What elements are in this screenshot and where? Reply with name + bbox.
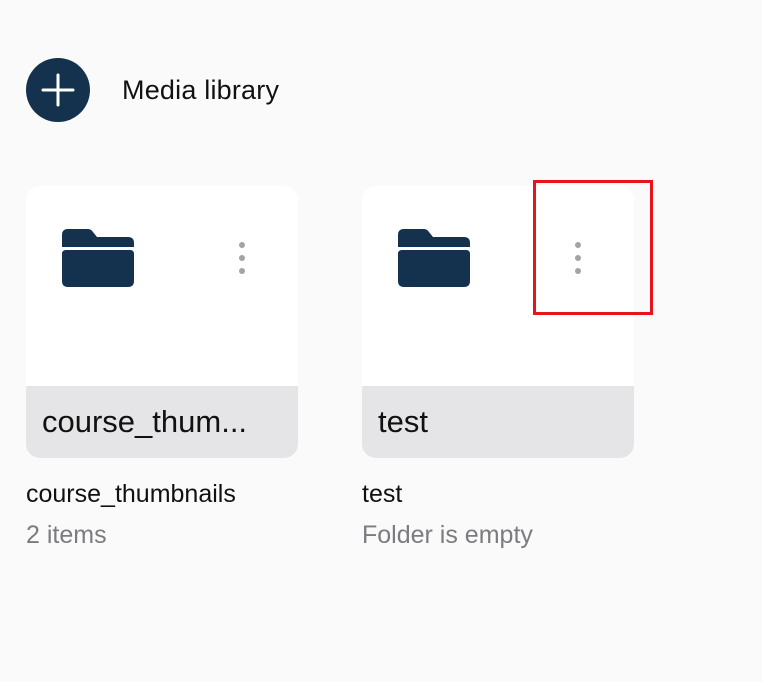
folder-name[interactable]: course_thumbnails [26, 480, 298, 509]
folder-icon [398, 229, 470, 287]
folder-item-count: 2 items [26, 521, 107, 549]
vertical-ellipsis-icon [239, 242, 245, 274]
folder-icon [62, 229, 134, 287]
folder-card: course_thum... course_thumbnails 2 items [26, 186, 298, 550]
folder-item-count: Folder is empty [362, 521, 533, 549]
header: Media library [26, 58, 279, 122]
folder-options-button[interactable] [222, 228, 262, 288]
media-library-page: Media library course_thum... course_thum… [0, 0, 762, 682]
vertical-ellipsis-icon [575, 242, 581, 274]
folder-options-button[interactable] [558, 228, 598, 288]
folder-tile[interactable]: test [362, 186, 634, 458]
folder-card: test test Folder is empty [362, 186, 634, 550]
folder-name[interactable]: test [362, 480, 634, 509]
add-media-button[interactable] [26, 58, 90, 122]
plus-icon [41, 73, 75, 107]
folder-tile-label: course_thum... [42, 404, 248, 439]
folder-tile[interactable]: course_thum... [26, 186, 298, 458]
folder-tile-footer: test [362, 386, 634, 458]
folder-tile-label: test [378, 404, 428, 439]
page-title: Media library [122, 74, 280, 105]
folder-tile-footer: course_thum... [26, 386, 298, 458]
